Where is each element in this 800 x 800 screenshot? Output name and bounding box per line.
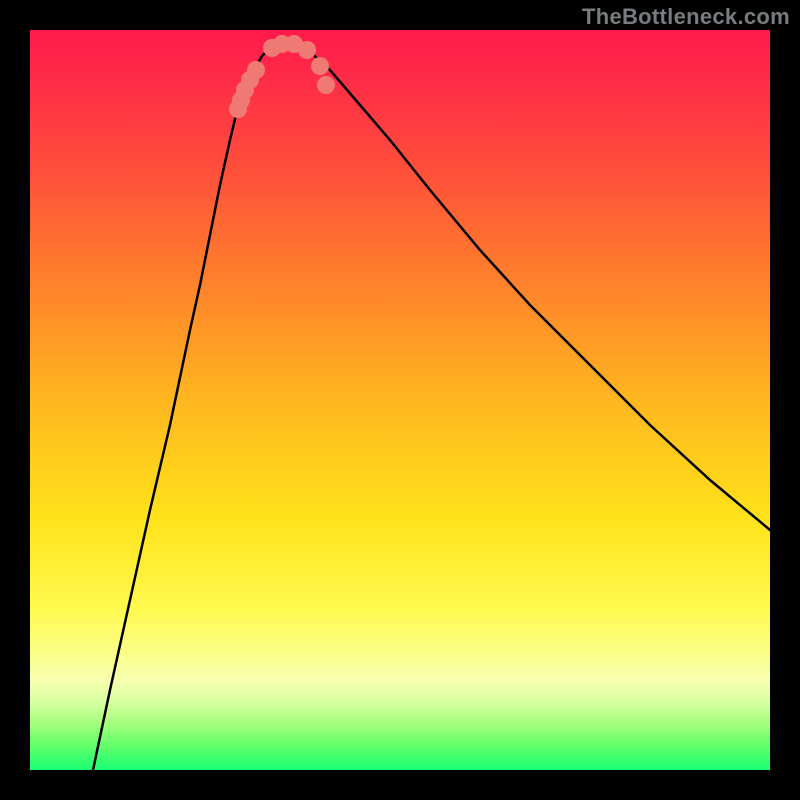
- chart-frame: TheBottleneck.com: [0, 0, 800, 800]
- marker-dot: [298, 41, 316, 59]
- marker-dots-group: [229, 35, 335, 118]
- curve-overlay: [30, 30, 770, 770]
- marker-dot: [317, 76, 335, 94]
- curve-left-branch: [93, 45, 294, 770]
- marker-dot: [247, 61, 265, 79]
- watermark-text: TheBottleneck.com: [582, 4, 790, 30]
- curve-right-branch: [294, 45, 770, 530]
- marker-dot: [311, 57, 329, 75]
- plot-area: [30, 30, 770, 770]
